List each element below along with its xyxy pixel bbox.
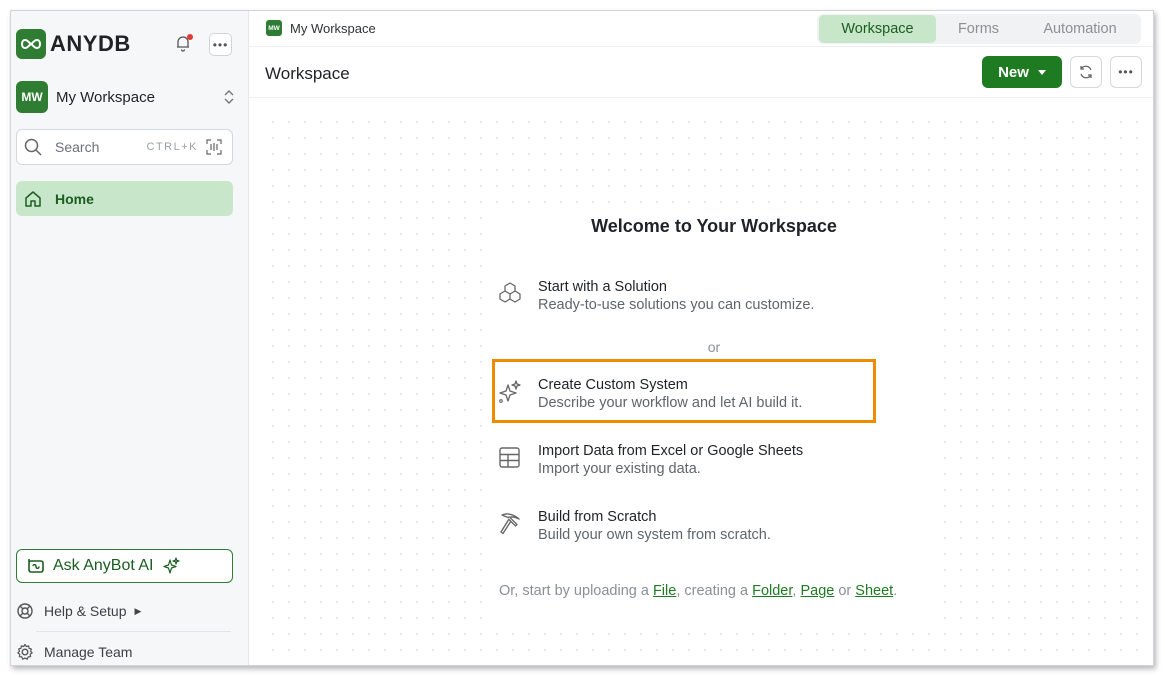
sidebar-item-home[interactable]: Home [16, 181, 233, 216]
table-icon [499, 447, 520, 468]
new-button[interactable]: New [982, 56, 1062, 88]
header-more-button[interactable]: ••• [1110, 56, 1142, 88]
notifications-button[interactable] [174, 34, 194, 54]
breadcrumb-avatar: MW [266, 20, 282, 36]
ask-anybot-button[interactable]: Ask AnyBot AI [16, 549, 233, 583]
search-icon [24, 138, 42, 156]
option-import-data[interactable]: Import Data from Excel or Google Sheets … [497, 443, 867, 477]
search-box[interactable]: Search CTRL+K [16, 129, 233, 165]
ask-anybot-label: Ask AnyBot AI [53, 557, 154, 574]
sidebar-item-label: Home [55, 190, 94, 207]
tab-forms[interactable]: Forms [936, 15, 1021, 43]
refresh-icon [1080, 65, 1092, 79]
app-window: ANYDB ••• MW My Workspace Search CTRL+K … [10, 10, 1154, 666]
logo[interactable]: ANYDB [16, 29, 131, 59]
option-build-scratch[interactable]: Build from Scratch Build your own system… [497, 509, 867, 543]
search-shortcut: CTRL+K [146, 141, 198, 153]
footer-text: . [893, 583, 898, 599]
option-title: Build from Scratch [538, 509, 657, 525]
footer-text: Or, start by uploading a [499, 583, 653, 599]
caret-right-icon: ▶ [134, 605, 142, 616]
breadcrumb[interactable]: MW My Workspace [266, 20, 376, 36]
upload-footer: Or, start by uploading a File, creating … [499, 583, 897, 599]
breadcrumb-label: My Workspace [290, 20, 376, 36]
scan-icon[interactable] [206, 139, 222, 155]
search-placeholder: Search [55, 139, 100, 155]
workspace-name: My Workspace [56, 88, 155, 106]
divider [36, 631, 231, 632]
workspace-switcher[interactable]: MW My Workspace [16, 81, 236, 113]
option-title: Import Data from Excel or Google Sheets [538, 443, 804, 459]
welcome-title: Welcome to Your Workspace [591, 216, 837, 236]
brand-name: ANYDB [50, 31, 131, 56]
manage-team-label: Manage Team [44, 644, 133, 660]
footer-text: or [834, 583, 856, 599]
page-header: Workspace New ••• [249, 48, 1153, 98]
page-title: Workspace [265, 64, 350, 83]
cubes-icon [499, 282, 521, 303]
option-desc: Build your own system from scratch. [538, 527, 771, 543]
sidebar-more-button[interactable]: ••• [209, 33, 232, 56]
more-icon: ••• [1118, 65, 1134, 79]
sparkles-icon [162, 557, 180, 574]
folder-link[interactable]: Folder [752, 583, 792, 599]
page-link[interactable]: Page [800, 583, 834, 599]
main-area: MW My Workspace Workspace Forms Automati… [249, 11, 1153, 665]
option-desc: Import your existing data. [538, 461, 701, 477]
option-desc: Ready-to-use solutions you can customize… [538, 297, 815, 313]
lifebuoy-icon [17, 603, 33, 619]
pickaxe-icon [500, 513, 520, 535]
workspace-avatar: MW [16, 81, 48, 113]
option-start-solution[interactable]: Start with a Solution Ready-to-use solut… [497, 279, 867, 313]
more-icon: ••• [212, 37, 229, 52]
chevron-updown-icon [224, 90, 234, 104]
sheet-link[interactable]: Sheet [855, 583, 893, 599]
home-icon [25, 190, 41, 207]
option-title: Start with a Solution [538, 279, 667, 295]
view-tabs: Workspace Forms Automation [817, 14, 1141, 44]
tab-workspace[interactable]: Workspace [819, 15, 936, 43]
manage-team-item[interactable]: Manage Team [16, 641, 233, 663]
highlight-box [492, 359, 876, 423]
help-setup-label: Help & Setup [44, 603, 127, 619]
caret-down-icon [1037, 69, 1046, 75]
refresh-button[interactable] [1070, 56, 1102, 88]
or-divider: or [707, 339, 721, 355]
top-bar: MW My Workspace Workspace Forms Automati… [249, 11, 1153, 47]
notification-dot [187, 34, 193, 40]
sidebar: ANYDB ••• MW My Workspace Search CTRL+K … [11, 11, 249, 665]
tab-automation[interactable]: Automation [1021, 15, 1139, 43]
file-link[interactable]: File [653, 583, 676, 599]
bot-icon [28, 559, 44, 573]
gear-icon [17, 643, 33, 660]
footer-text: , creating a [676, 583, 753, 599]
logo-icon [16, 29, 46, 59]
new-button-label: New [998, 63, 1029, 81]
help-setup-item[interactable]: Help & Setup ▶ [16, 600, 233, 622]
